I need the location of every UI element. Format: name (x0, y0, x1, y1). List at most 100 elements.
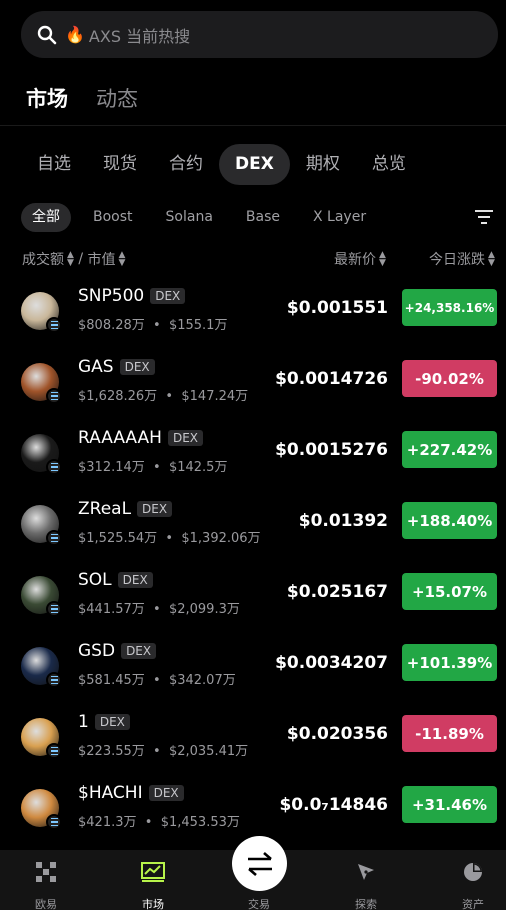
token-name-row: GAS DEX (78, 357, 155, 377)
token-volume-mcap: $1,525.54万 • $1,392.06万 (78, 527, 261, 546)
chain-tab-solana[interactable]: Solana (155, 203, 224, 232)
chart-icon (141, 862, 165, 882)
separator-dot: • (144, 744, 169, 759)
filter-icon[interactable] (474, 208, 494, 226)
token-price: $0.01392 (298, 511, 388, 531)
solana-chain-icon (46, 388, 62, 404)
solana-chain-icon (46, 672, 62, 688)
token-name: GSD (78, 641, 116, 661)
sort-icon: ▲ ▼ (67, 250, 74, 268)
solana-chain-icon (46, 814, 62, 830)
token-row[interactable]: ZReaL DEX $1,525.54万 • $1,392.06万 $0.01392 +… (0, 489, 506, 560)
divider (0, 125, 506, 126)
fire-icon: 🔥 (65, 25, 85, 44)
nav-explore-label: 探索 (355, 898, 377, 910)
tab-options[interactable]: 期权 (290, 144, 356, 185)
tab-futures[interactable]: 合约 (153, 144, 219, 185)
separator-dot: • (157, 389, 182, 404)
change-badge[interactable]: +188.40% (402, 502, 497, 539)
token-volume-mcap: $223.55万 • $2,035.41万 (78, 740, 248, 759)
tab-market[interactable]: 市场 (26, 83, 68, 113)
main-tabs: 市场 动态 (26, 83, 138, 113)
change-badge[interactable]: +101.39% (402, 644, 497, 681)
token-mcap: $342.07万 (168, 673, 236, 688)
tab-dex[interactable]: DEX (219, 144, 290, 185)
solana-chain-icon (46, 530, 62, 546)
token-mcap: $1,453.53万 (160, 815, 240, 830)
nav-market-label: 市场 (142, 898, 164, 910)
token-volume: $312.14万 (78, 460, 145, 475)
dex-tag: DEX (121, 643, 157, 659)
dex-tag: DEX (167, 430, 203, 446)
change-badge[interactable]: +24,358.16% (402, 289, 497, 326)
token-mcap: $155.1万 (168, 318, 228, 333)
chain-tab-boost[interactable]: Boost (82, 203, 144, 232)
token-row[interactable]: SNP500 DEX $808.28万 • $155.1万 $0.001551 +24,… (0, 276, 506, 347)
token-name: RAAAAAH (78, 428, 162, 448)
token-volume: $808.28万 (78, 318, 145, 333)
token-price: $0.025167 (286, 582, 388, 602)
token-price: $0.020356 (286, 724, 388, 744)
token-volume-mcap: $808.28万 • $155.1万 (78, 314, 227, 333)
search-placeholder: AXS 当前热搜 (88, 26, 191, 46)
tab-overview[interactable]: 总览 (356, 144, 422, 185)
chain-tab-xlayer[interactable]: X Layer (302, 203, 377, 232)
token-row[interactable]: 1 DEX $223.55万 • $2,035.41万 $0.020356 -11.89… (0, 702, 506, 773)
token-volume-mcap: $421.3万 • $1,453.53万 (78, 811, 240, 830)
separator-dot: • (144, 602, 169, 617)
tab-spot[interactable]: 现货 (87, 144, 153, 185)
dex-tag: DEX (94, 714, 130, 730)
change-badge[interactable]: +227.42% (402, 431, 497, 468)
token-row[interactable]: $HACHI DEX $421.3万 • $1,453.53万 $0.0₇14846 +… (0, 773, 506, 844)
tab-feed[interactable]: 动态 (96, 83, 138, 113)
token-price: $0.001551 (286, 298, 388, 318)
token-name-row: ZReaL DEX (78, 499, 173, 519)
token-name-row: SOL DEX (78, 570, 153, 590)
token-name-row: $HACHI DEX (78, 783, 184, 803)
token-name-row: 1 DEX (78, 712, 130, 732)
search-icon (37, 25, 57, 44)
token-name: ZReaL (78, 499, 132, 519)
token-name: GAS (78, 357, 114, 377)
token-price: $0.0014726 (275, 369, 388, 389)
token-mcap: $147.24万 (181, 389, 249, 404)
chain-tab-base[interactable]: Base (235, 203, 291, 232)
token-volume-mcap: $1,628.26万 • $147.24万 (78, 385, 248, 404)
change-badge[interactable]: -11.89% (402, 715, 497, 752)
search-bar[interactable]: 🔥 AXS 当前热搜 (21, 11, 498, 58)
token-row[interactable]: RAAAAAH DEX $312.14万 • $142.5万 $0.0015276 +2… (0, 418, 506, 489)
separator-dot: • (136, 815, 161, 830)
compass-icon (358, 864, 374, 880)
solana-chain-icon (46, 743, 62, 759)
token-name: SOL (78, 570, 112, 590)
nav-assets-label: 资产 (462, 898, 484, 910)
trade-swap-button[interactable] (232, 836, 287, 891)
column-change[interactable]: 今日涨跌 ▲ ▼ (429, 249, 495, 269)
token-row[interactable]: SOL DEX $441.57万 • $2,099.3万 $0.025167 +15.0… (0, 560, 506, 631)
column-change-label: 今日涨跌 (429, 252, 485, 268)
token-name-row: SNP500 DEX (78, 286, 186, 306)
dex-tag: DEX (119, 359, 155, 375)
change-badge[interactable]: -90.02% (402, 360, 497, 397)
chain-tabs: 全部 Boost Solana Base X Layer (21, 203, 388, 232)
token-name: 1 (78, 712, 89, 732)
change-badge[interactable]: +15.07% (402, 573, 497, 610)
column-volume-label: 成交额 (22, 252, 64, 268)
token-row[interactable]: GSD DEX $581.45万 • $342.07万 $0.0034207 +101.… (0, 631, 506, 702)
nav-okx-label: 欧易 (35, 898, 57, 910)
token-volume-mcap: $312.14万 • $142.5万 (78, 456, 227, 475)
column-volume-mcap[interactable]: 成交额 ▲ ▼ / 市值 ▲ ▼ (22, 249, 125, 269)
token-volume-mcap: $441.57万 • $2,099.3万 (78, 598, 240, 617)
column-last-price[interactable]: 最新价 ▲ ▼ (334, 249, 386, 269)
token-name: SNP500 (78, 286, 145, 306)
dex-tag: DEX (150, 288, 186, 304)
change-badge[interactable]: +31.46% (402, 786, 497, 823)
sort-icon: ▲ ▼ (488, 250, 495, 268)
token-row[interactable]: GAS DEX $1,628.26万 • $147.24万 $0.0014726 -90… (0, 347, 506, 418)
tab-favorites[interactable]: 自选 (21, 144, 87, 185)
token-name: $HACHI (78, 783, 143, 803)
sort-icon: ▲ ▼ (118, 250, 126, 268)
solana-chain-icon (46, 317, 62, 333)
chain-tab-all[interactable]: 全部 (21, 203, 71, 232)
token-name-row: RAAAAAH DEX (78, 428, 203, 448)
